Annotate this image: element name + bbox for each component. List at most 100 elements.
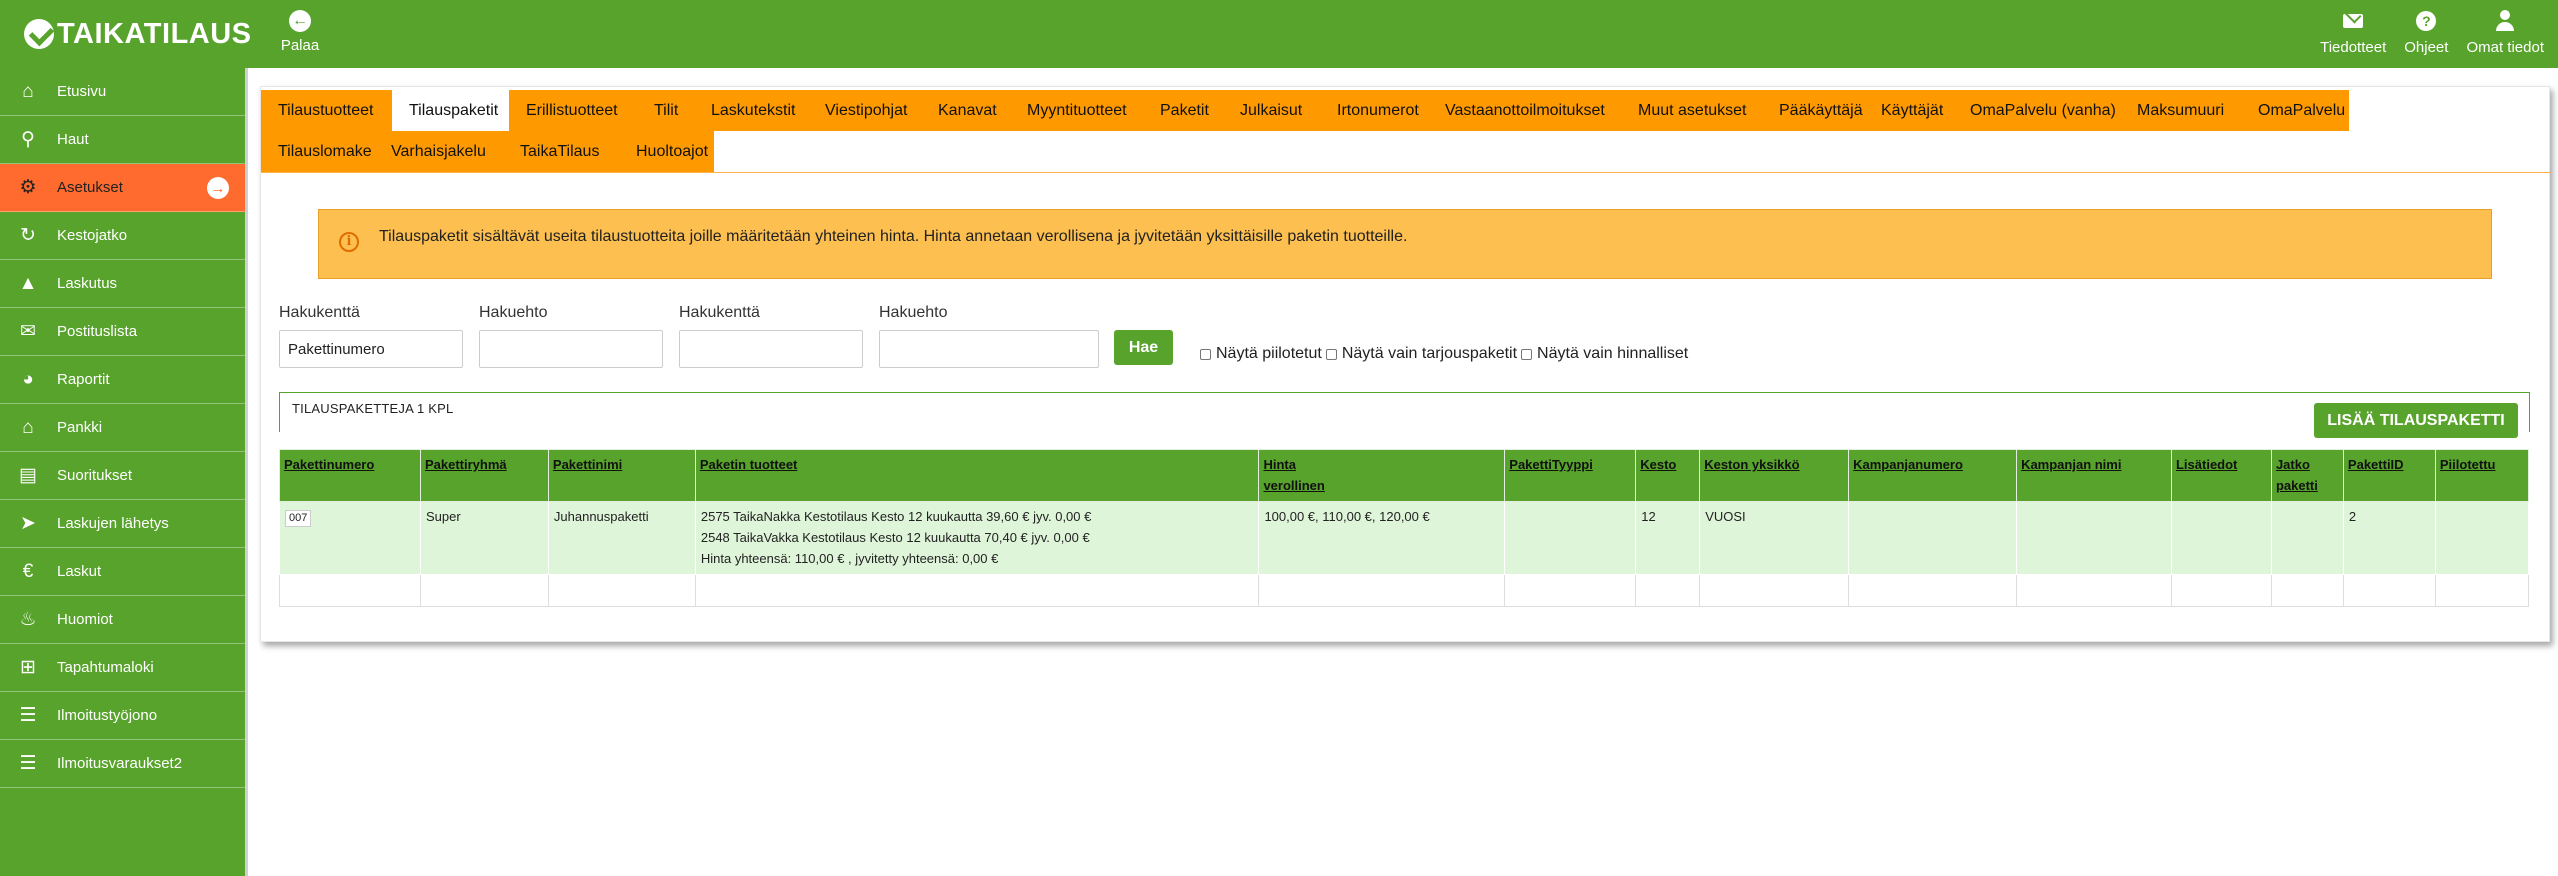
header-actions: Tiedotteet ? Ohjeet Omat tiedot bbox=[2302, 10, 2544, 56]
tab-taikatilaus[interactable]: TaikaTilaus bbox=[503, 131, 619, 172]
sidebar-item-kestojatko[interactable]: ↻ Kestojatko bbox=[0, 212, 245, 260]
bank-icon: ⌂ bbox=[22, 417, 34, 438]
sidebar-item-laskujen-lahetys[interactable]: ➤ Laskujen lähetys bbox=[0, 500, 245, 548]
sidebar-item-label: Laskujen lähetys bbox=[57, 515, 169, 532]
sidebar-item-raportit[interactable]: ◕ Raportit bbox=[0, 356, 245, 404]
tab-kayttajat[interactable]: Käyttäjät bbox=[1864, 90, 1953, 131]
empty-cell bbox=[2170, 574, 2272, 607]
search-field-1-label: Hakukenttä bbox=[279, 304, 360, 321]
tab-paakayttaja[interactable]: Pääkäyttäjä bbox=[1762, 90, 1864, 131]
top-bar: TAIKATILAUS ← Palaa Tiedotteet ? Ohjeet … bbox=[0, 0, 2558, 68]
col-pakettinimi[interactable]: Pakettinimi bbox=[547, 449, 696, 502]
col-pakettiid[interactable]: PakettiID bbox=[2342, 449, 2436, 502]
tab-erillistuotteet[interactable]: Erillistuotteet bbox=[509, 90, 637, 131]
list-indent-icon: ☰ bbox=[19, 753, 37, 774]
cell-kampanjanumero bbox=[1848, 501, 2018, 575]
empty-cell bbox=[1848, 574, 2018, 607]
sidebar-item-etusivu[interactable]: ⌂ Etusivu bbox=[0, 68, 245, 116]
sidebar-item-label: Postituslista bbox=[57, 323, 138, 340]
tab-varhaisjakelu[interactable]: Varhaisjakelu bbox=[374, 131, 503, 172]
sidebar-item-laskut[interactable]: € Laskut bbox=[0, 548, 245, 596]
tab-myyntituotteet[interactable]: Myyntituotteet bbox=[1010, 90, 1143, 131]
show-hidden-checkbox[interactable] bbox=[1200, 348, 1211, 360]
envelope-icon bbox=[2342, 10, 2364, 32]
cell-kesto: 12 bbox=[1635, 501, 1701, 575]
col-kampanjan-nimi[interactable]: Kampanjan nimi bbox=[2016, 449, 2172, 502]
tab-tilaustuotteet[interactable]: Tilaustuotteet bbox=[261, 90, 392, 131]
sidebar-item-label: Ilmoitusvaraukset2 bbox=[57, 755, 183, 772]
app-logo[interactable]: TAIKATILAUS bbox=[24, 16, 252, 52]
sidebar-item-label: Suoritukset bbox=[57, 467, 133, 484]
tab-laskutekstit[interactable]: Laskutekstit bbox=[694, 90, 808, 131]
tab-kanavat[interactable]: Kanavat bbox=[921, 90, 1010, 131]
col-pakettiryhma[interactable]: Pakettiryhmä bbox=[419, 449, 549, 502]
results-header: TILAUSPAKETTEJA 1 KPL bbox=[279, 392, 2530, 432]
cell-hinta: 100,00 €, 110,00 €, 120,00 € bbox=[1258, 501, 1506, 575]
sidebar-item-haut[interactable]: ⚲ Haut bbox=[0, 116, 245, 164]
gear-icon: ⚙ bbox=[19, 177, 37, 198]
sidebar-item-ilmoitustyojono[interactable]: ☰ Ilmoitustyöjono bbox=[0, 692, 245, 740]
tab-huoltoajot[interactable]: Huoltoajot bbox=[619, 131, 714, 172]
tab-omapalvelu[interactable]: OmaPalvelu bbox=[2241, 90, 2349, 131]
search-button[interactable]: Hae bbox=[1114, 330, 1173, 365]
tab-julkaisut[interactable]: Julkaisut bbox=[1223, 90, 1320, 131]
col-kesto[interactable]: Kesto bbox=[1635, 449, 1701, 502]
sidebar-item-tapahtumaloki[interactable]: ⊞ Tapahtumaloki bbox=[0, 644, 245, 692]
package-number-link[interactable]: 007 bbox=[285, 510, 312, 527]
sidebar-item-laskutus[interactable]: ▲ Laskutus bbox=[0, 260, 245, 308]
home-icon: ⌂ bbox=[22, 81, 34, 102]
tab-tilauspaketit[interactable]: Tilauspaketit bbox=[392, 90, 509, 131]
arrow-right-icon: → bbox=[207, 177, 229, 199]
search-field-2-select[interactable] bbox=[679, 330, 863, 368]
sidebar-item-huomiot[interactable]: ♨ Huomiot bbox=[0, 596, 245, 644]
sidebar-item-postituslista[interactable]: ✉ Postituslista bbox=[0, 308, 245, 356]
tab-paketit[interactable]: Paketit bbox=[1143, 90, 1223, 131]
col-paketin-tuotteet[interactable]: Paketin tuotteet bbox=[694, 449, 1260, 502]
col-kampanjanumero[interactable]: Kampanjanumero bbox=[1848, 449, 2018, 502]
col-piilotettu[interactable]: Piilotettu bbox=[2434, 449, 2530, 502]
sidebar: ⌂ Etusivu ⚲ Haut ⚙ Asetukset → ↻ Kestoja… bbox=[0, 68, 245, 876]
info-icon: i bbox=[339, 232, 359, 252]
tab-irtonumerot[interactable]: Irtonumerot bbox=[1320, 90, 1428, 131]
tab-tilauslomake[interactable]: Tilauslomake bbox=[261, 131, 374, 172]
tab-tilit[interactable]: Tilit bbox=[637, 90, 694, 131]
col-hinta[interactable]: Hinta verollinen bbox=[1258, 449, 1506, 502]
col-jatko-paketti[interactable]: Jatko paketti bbox=[2270, 449, 2344, 502]
empty-cell bbox=[279, 574, 421, 607]
tab-muut-asetukset[interactable]: Muut asetukset bbox=[1621, 90, 1762, 131]
tab-maksumuuri[interactable]: Maksumuuri bbox=[2120, 90, 2241, 131]
tab-viestipohjat[interactable]: Viestipohjat bbox=[808, 90, 921, 131]
results-count: TILAUSPAKETTEJA 1 KPL bbox=[292, 401, 454, 416]
search-term-1-input[interactable] bbox=[479, 330, 663, 368]
col-keston-yksikko[interactable]: Keston yksikkö bbox=[1699, 449, 1850, 502]
tab-vastaanottoilmoitukset[interactable]: Vastaanottoilmoitukset bbox=[1428, 90, 1621, 131]
sidebar-item-asetukset[interactable]: ⚙ Asetukset → bbox=[0, 164, 245, 212]
empty-cell bbox=[1258, 574, 1506, 607]
table-row[interactable]: 007 Super Juhannuspaketti 2575 TaikaNakk… bbox=[279, 501, 2530, 575]
sidebar-item-pankki[interactable]: ⌂ Pankki bbox=[0, 404, 245, 452]
priced-only-checkbox[interactable] bbox=[1521, 348, 1533, 360]
bell-icon: ♨ bbox=[19, 609, 37, 630]
tab-omapalvelu-vanha[interactable]: OmaPalvelu (vanha) bbox=[1953, 90, 2120, 131]
offers-only-checkbox[interactable] bbox=[1325, 348, 1337, 360]
profile-button[interactable]: Omat tiedot bbox=[2466, 10, 2544, 56]
sidebar-item-label: Raportit bbox=[57, 371, 110, 388]
cell-kampanjan-nimi bbox=[2016, 501, 2172, 575]
col-pakettityyppi[interactable]: PakettiTyyppi bbox=[1504, 449, 1637, 502]
news-button[interactable]: Tiedotteet bbox=[2320, 10, 2386, 56]
search-term-2-input[interactable] bbox=[879, 330, 1099, 368]
empty-cell bbox=[419, 574, 549, 607]
main-panel: Tilaustuotteet Tilauspaketit Erillistuot… bbox=[260, 86, 2551, 642]
col-lisatiedot[interactable]: Lisätiedot bbox=[2170, 449, 2272, 502]
sidebar-item-label: Laskut bbox=[57, 563, 102, 580]
back-button[interactable]: ← Palaa bbox=[280, 10, 320, 54]
empty-cell bbox=[2016, 574, 2172, 607]
add-package-button[interactable]: LISÄÄ TILAUSPAKETTI bbox=[2314, 403, 2518, 438]
logo-check-icon bbox=[24, 19, 54, 49]
sidebar-item-suoritukset[interactable]: ▤ Suoritukset bbox=[0, 452, 245, 500]
search-field-1-select[interactable] bbox=[279, 330, 463, 368]
col-pakettinumero[interactable]: Pakettinumero bbox=[279, 449, 421, 502]
sidebar-item-ilmoitusvaraukset2[interactable]: ☰ Ilmoitusvaraukset2 bbox=[0, 740, 245, 788]
sidebar-item-label: Ilmoitustyöjono bbox=[57, 707, 158, 724]
help-button[interactable]: ? Ohjeet bbox=[2404, 10, 2448, 56]
